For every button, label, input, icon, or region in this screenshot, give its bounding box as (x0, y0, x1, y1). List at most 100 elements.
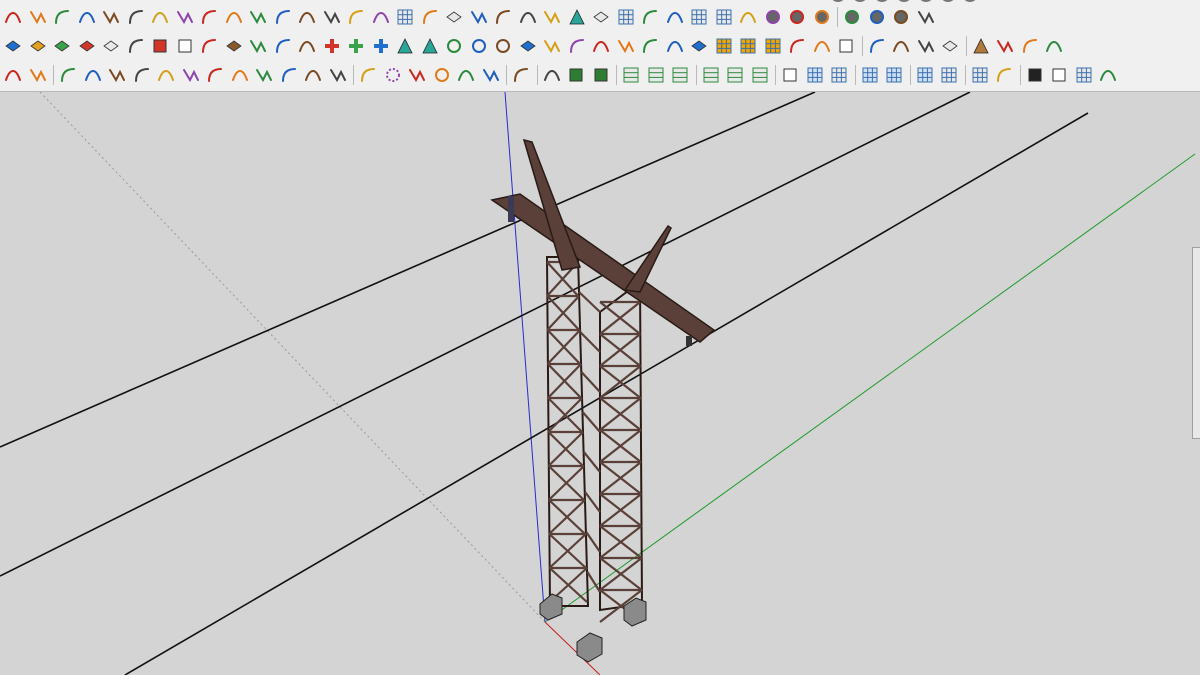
angle-button[interactable] (198, 6, 220, 28)
dotted-circle-button[interactable] (382, 64, 404, 86)
checker-button[interactable] (1024, 64, 1046, 86)
curve-n2-button[interactable] (131, 64, 153, 86)
brown-pot-button[interactable] (541, 35, 563, 57)
angle-split-button[interactable] (272, 6, 294, 28)
curve-s-button[interactable] (155, 64, 177, 86)
curve-w-button[interactable] (106, 64, 128, 86)
hline-plus-button[interactable] (724, 64, 746, 86)
curve-v-button[interactable] (57, 64, 79, 86)
axes-button[interactable] (1097, 64, 1119, 86)
blue-gem-button[interactable] (2, 35, 24, 57)
hand-pan-button[interactable] (419, 6, 441, 28)
line-button[interactable] (357, 64, 379, 86)
hlines-plus-button[interactable] (645, 64, 667, 86)
mixed-3-button[interactable] (664, 35, 686, 57)
white-slab-button[interactable] (100, 35, 122, 57)
green-mesh-button[interactable] (27, 64, 49, 86)
cone-button[interactable] (394, 35, 416, 57)
hexagon-button[interactable] (915, 6, 937, 28)
orange-slab-button[interactable] (27, 35, 49, 57)
fold-arrow-button[interactable] (541, 6, 563, 28)
curve-u-button[interactable] (278, 64, 300, 86)
freehand-curve-button[interactable] (2, 6, 24, 28)
red-cross-button[interactable] (321, 35, 343, 57)
orange-pacman-button[interactable] (125, 35, 147, 57)
curve-tube-button[interactable] (247, 35, 269, 57)
blue-grid-2-button[interactable] (883, 64, 905, 86)
curve-cut-button[interactable] (51, 6, 73, 28)
green-book-button[interactable] (480, 64, 502, 86)
rounded-rect-button[interactable] (204, 64, 226, 86)
sphere-1-button[interactable] (762, 6, 784, 28)
eraser-plus-button[interactable] (27, 6, 49, 28)
arrow-select-button[interactable] (541, 64, 563, 86)
cable-2[interactable] (0, 92, 971, 577)
mixed-1-button[interactable] (615, 35, 637, 57)
arc-c-button[interactable] (180, 64, 202, 86)
sweep-button[interactable] (296, 6, 318, 28)
blue-pen-button[interactable] (994, 35, 1016, 57)
ring-button[interactable] (443, 35, 465, 57)
red-grid-diag-button[interactable] (828, 64, 850, 86)
dotted-square-button[interactable] (835, 35, 857, 57)
green-star-button[interactable] (510, 64, 532, 86)
slab-button[interactable] (590, 6, 612, 28)
mesh-button[interactable] (345, 6, 367, 28)
crane-button[interactable] (890, 35, 912, 57)
sphere-3-button[interactable] (811, 6, 833, 28)
curve-n-button[interactable] (82, 64, 104, 86)
corner-button[interactable] (223, 6, 245, 28)
cloud-shape-button[interactable] (100, 6, 122, 28)
blue-grid-diag-button[interactable] (804, 64, 826, 86)
sphere-5-button[interactable] (866, 6, 888, 28)
flip-arrow-alt-button[interactable] (517, 6, 539, 28)
small-squares-button[interactable] (1048, 64, 1070, 86)
stripes-button[interactable] (615, 6, 637, 28)
arc-red-button[interactable] (327, 64, 349, 86)
sphere-6-button[interactable] (890, 6, 912, 28)
blue-twist-button[interactable] (915, 35, 937, 57)
wave-button[interactable] (639, 6, 661, 28)
orange-grid-2-button[interactable] (762, 35, 784, 57)
dotted-arc-button[interactable] (811, 35, 833, 57)
arc-small-button[interactable] (302, 64, 324, 86)
dome-button[interactable] (993, 64, 1015, 86)
hlines-green-button[interactable] (620, 64, 642, 86)
select-node-button[interactable] (2, 64, 24, 86)
stack-button[interactable] (370, 6, 392, 28)
list-box-button[interactable] (174, 35, 196, 57)
model-viewport[interactable] (0, 92, 1200, 675)
blue-grid-3-button[interactable] (914, 64, 936, 86)
balance-button[interactable] (1043, 35, 1065, 57)
blue-x-button[interactable] (370, 35, 392, 57)
profile-button[interactable] (321, 6, 343, 28)
blue-grid-button[interactable] (859, 64, 881, 86)
rotate-shape-button[interactable] (76, 6, 98, 28)
bezier-button[interactable] (174, 6, 196, 28)
red-slab-button[interactable] (76, 35, 98, 57)
wood-block-button[interactable] (223, 35, 245, 57)
green-cross-button[interactable] (345, 35, 367, 57)
loop-button[interactable] (492, 35, 514, 57)
grid-block-button[interactable] (394, 6, 416, 28)
arc-open-button[interactable] (253, 64, 275, 86)
cone-alt-button[interactable] (419, 35, 441, 57)
stair-button[interactable] (468, 6, 490, 28)
red-dots-button[interactable] (786, 35, 808, 57)
orange-grid-button[interactable] (713, 35, 735, 57)
pencil-button[interactable] (866, 35, 888, 57)
cable-1[interactable] (0, 92, 816, 448)
scene-canvas[interactable] (0, 92, 1200, 675)
corner-bevel-button[interactable] (247, 6, 269, 28)
hook-button[interactable] (1019, 35, 1041, 57)
sphere-2-button[interactable] (786, 6, 808, 28)
folded-slab-button[interactable] (939, 35, 961, 57)
red-tag-button[interactable] (455, 64, 477, 86)
green-box-arrow-button[interactable] (590, 64, 612, 86)
yellow-grid-button[interactable] (737, 35, 759, 57)
hline-minus-button[interactable] (749, 64, 771, 86)
corner-pipe-button[interactable] (272, 35, 294, 57)
scale-diamond-button[interactable] (443, 6, 465, 28)
mixed-2-button[interactable] (639, 35, 661, 57)
tent-button[interactable] (970, 35, 992, 57)
